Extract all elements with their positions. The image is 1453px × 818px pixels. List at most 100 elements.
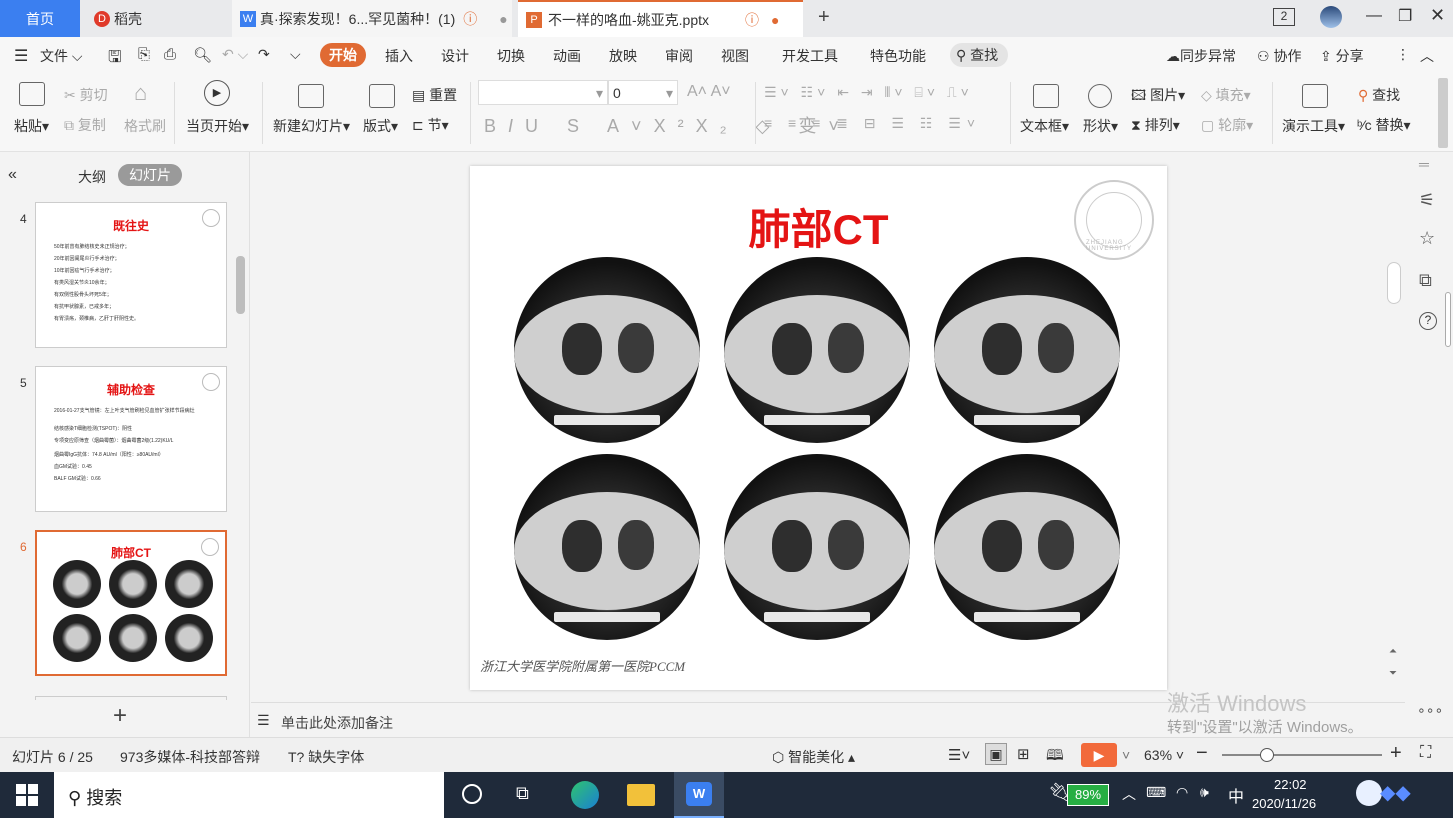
clock-date[interactable]: 2020/11/26 — [1252, 796, 1316, 811]
taskbar-search[interactable]: ⚲ 搜索 — [54, 772, 444, 818]
wifi-icon[interactable]: ◠ — [1176, 784, 1188, 801]
list-group[interactable]: ☰˅ ☷˅ ⇤ ⇥ ⫴˅ ⌸˅ ⎍˅ — [764, 84, 973, 101]
missing-font-button[interactable]: T? 缺失字体 — [288, 747, 364, 767]
menu-design[interactable]: 设计 — [441, 46, 469, 66]
preview-icon[interactable]: 🔍︎ — [193, 46, 212, 64]
fill-button[interactable]: ◇ 填充▾ — [1201, 85, 1251, 105]
slide-title[interactable]: 肺部CT — [470, 196, 1167, 257]
properties-icon[interactable]: ⚟ — [1419, 190, 1435, 211]
task-view-icon[interactable]: ⧉ — [516, 783, 529, 804]
undo-icon[interactable]: ↶ ⌵ — [222, 46, 248, 63]
notification-icon[interactable] — [1356, 780, 1382, 806]
tab-outline[interactable]: 大纲 — [78, 167, 106, 187]
restore-button[interactable]: ❐ — [1398, 6, 1412, 26]
close-button[interactable]: ✕ — [1430, 5, 1445, 26]
more-icon[interactable]: ⋮ — [1396, 46, 1410, 63]
rail-menu-icon[interactable]: ═ — [1419, 156, 1429, 172]
shape-button[interactable]: 形状▾ — [1083, 116, 1118, 136]
volume-icon[interactable]: 🕪︎ — [1200, 784, 1209, 801]
transition-icon[interactable]: ⧉ — [1419, 270, 1432, 291]
menu-start[interactable]: 开始 — [320, 43, 366, 67]
export-icon[interactable]: ⎘ — [138, 46, 150, 63]
paste-icon[interactable] — [19, 82, 45, 106]
cortana-icon[interactable] — [462, 784, 482, 804]
prev-slide-icon[interactable]: ⏶ — [1389, 646, 1397, 657]
slide-canvas[interactable]: 肺部CT ZHEJIANG UNIVERSITY 浙江大学医学院附属第一医院PC… — [470, 166, 1167, 690]
zoom-in-button[interactable]: + — [1390, 742, 1402, 765]
replace-button[interactable]: ᵇ⁄c 替换▾ — [1357, 115, 1411, 135]
tab-dot-icon[interactable]: ● — [499, 11, 507, 27]
tab-document[interactable]: W 真·探索发现！6...罕见菌种！(1) ⓘ ● — [232, 0, 512, 37]
sync-status[interactable]: ☁同步异常 — [1166, 46, 1236, 66]
copy-button[interactable]: ⧉ 复制 — [64, 115, 106, 135]
notes-placeholder[interactable]: 单击此处添加备注 — [281, 713, 393, 733]
more-options-icon[interactable]: ∘∘∘ — [1417, 702, 1443, 719]
slide-thumbnail-5[interactable]: 辅助检查 2016-01-27支气管镜：左上叶支气管刷检见血管扩张样节段病灶 结… — [35, 366, 227, 512]
new-tab-button[interactable]: + — [818, 6, 830, 29]
layout-button[interactable]: 版式▾ — [363, 116, 398, 136]
zoom-level[interactable]: 63% ˅ — [1144, 747, 1184, 763]
collab-button[interactable]: ⚇ 协作 — [1257, 46, 1301, 66]
cut-button[interactable]: ✂ 剪切 — [64, 85, 108, 105]
next-slide-icon[interactable]: ⏷ — [1389, 668, 1397, 679]
find-button[interactable]: ⚲ 查找 — [1358, 85, 1400, 105]
tray-expand-icon[interactable]: ︿ — [1122, 784, 1136, 804]
tab-presentation[interactable]: P 不一样的咯血-姚亚克.pptx ⓘ ● — [518, 0, 803, 37]
save-icon[interactable]: 🖫 — [108, 46, 122, 73]
print-icon[interactable]: ⎙ — [164, 46, 176, 63]
font-size-select[interactable]: 0 ▾ — [608, 80, 678, 105]
ribbon-scrollbar[interactable] — [1438, 78, 1448, 148]
zoom-out-button[interactable]: − — [1196, 742, 1208, 765]
avatar[interactable] — [1320, 6, 1342, 28]
sorter-view-icon[interactable]: ⊞ — [1017, 745, 1030, 763]
textbox-icon[interactable] — [1033, 84, 1059, 108]
new-slide-icon[interactable] — [298, 84, 324, 108]
menu-transition[interactable]: 切换 — [497, 46, 525, 66]
picture-button[interactable]: 🖾︎ 图片▾ — [1131, 85, 1185, 109]
notes-toggle-icon[interactable]: ☰˅ — [948, 746, 970, 764]
fit-window-icon[interactable]: ⛶ — [1420, 744, 1431, 762]
font-grow-icon[interactable]: A˄ A˅ — [687, 83, 731, 101]
outline-button[interactable]: ▢ 轮廓▾ — [1201, 115, 1253, 135]
textbox-button[interactable]: 文本框▾ — [1020, 116, 1069, 136]
hamburger-icon[interactable]: ☰ — [14, 46, 28, 66]
star-icon[interactable]: ☆ — [1419, 228, 1435, 249]
add-slide-button[interactable]: + — [113, 702, 127, 730]
tab-slides[interactable]: 幻灯片 — [118, 164, 182, 186]
help-icon[interactable]: ? — [1419, 312, 1437, 330]
shape-icon[interactable] — [1088, 84, 1112, 108]
window-count-badge[interactable]: 2 — [1273, 8, 1295, 26]
zoom-slider-handle[interactable] — [1260, 748, 1274, 762]
share-button[interactable]: ⇪ 分享 — [1320, 46, 1364, 66]
menu-review[interactable]: 审阅 — [665, 46, 693, 66]
format-painter-button[interactable]: 格式刷 — [124, 116, 166, 136]
edge-icon[interactable] — [571, 781, 599, 809]
keyboard-icon[interactable]: ⌨ — [1146, 784, 1166, 801]
file-menu[interactable]: 文件 ⌵ — [40, 46, 83, 66]
rail-scrollbar[interactable] — [1445, 292, 1451, 347]
battery-indicator[interactable]: 89% — [1067, 784, 1109, 806]
from-current-button[interactable]: 当页开始▾ — [186, 116, 249, 136]
menu-special[interactable]: 特色功能 — [870, 46, 926, 66]
slide-scrollbar[interactable] — [1387, 262, 1401, 304]
font-family-select[interactable]: ▾ — [478, 80, 608, 105]
minimize-button[interactable]: — — [1366, 7, 1382, 25]
menu-animation[interactable]: 动画 — [553, 46, 581, 66]
menu-search[interactable]: ⚲ 查找 — [950, 43, 1008, 67]
menu-devtools[interactable]: 开发工具 — [782, 46, 838, 66]
slide-thumbnail-6[interactable]: 肺部CT — [35, 530, 227, 676]
normal-view-icon[interactable]: ▣ — [985, 743, 1007, 765]
menu-view[interactable]: 视图 — [721, 46, 749, 66]
redo-icon[interactable]: ↷ — [258, 46, 270, 63]
play-icon[interactable]: ▶ — [204, 80, 230, 106]
ime-indicator[interactable]: 中 — [1228, 783, 1244, 807]
zoom-slider-track[interactable] — [1222, 754, 1382, 756]
clock-time[interactable]: 22:02 — [1274, 777, 1307, 792]
tab-home[interactable]: 首页 — [0, 0, 80, 37]
wps-taskbar-icon[interactable]: W — [674, 772, 724, 818]
arrange-button[interactable]: ⧗ 排列▾ — [1131, 115, 1180, 135]
layout-icon[interactable] — [369, 84, 395, 108]
slide-thumbnail-4[interactable]: 既往史 50年前曾有肺结核史未正规治疗； 20年前因阑尾炎行手术治疗； 10年前… — [35, 202, 227, 348]
more-quick-icon[interactable]: ⌵ — [290, 46, 301, 63]
play-options-icon[interactable]: ˅ — [1122, 747, 1130, 763]
